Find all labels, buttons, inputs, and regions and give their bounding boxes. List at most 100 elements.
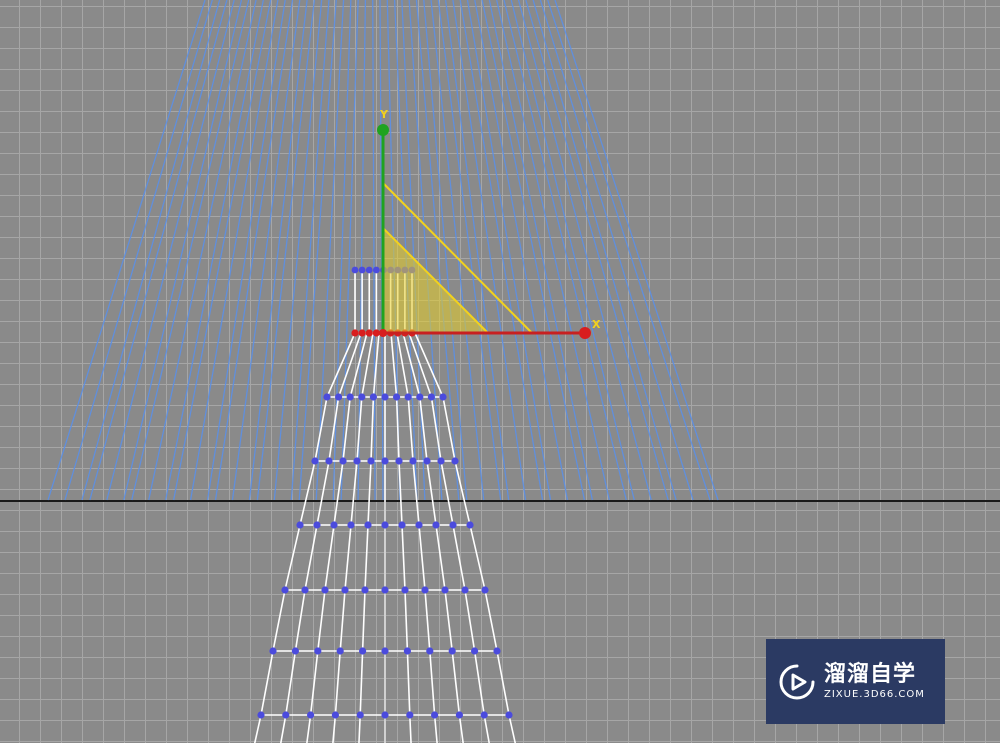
cone-ray: [488, 0, 594, 501]
mesh-vertex: [441, 586, 449, 594]
mesh-vertex: [323, 393, 331, 401]
mesh-vertex: [493, 647, 501, 655]
cone-ray: [123, 0, 243, 501]
neck-vertex-selected: [351, 329, 359, 337]
mesh-vertex: [325, 457, 333, 465]
cone-ray: [423, 0, 468, 501]
mesh-vertex: [431, 711, 439, 719]
mesh-vertex: [282, 711, 290, 719]
cone-ray: [81, 0, 221, 501]
play-icon: [779, 664, 815, 699]
mesh-vertex: [406, 711, 414, 719]
watermark-badge: 溜溜自学 ZIXUE.3D66.COM: [766, 639, 945, 724]
mesh-vertex: [314, 647, 322, 655]
x-axis-endpoint[interactable]: [579, 327, 591, 339]
mesh-vertex: [401, 586, 409, 594]
mesh-vertex: [301, 586, 309, 594]
cone-ray: [532, 0, 677, 501]
cone-ray: [332, 0, 352, 501]
mesh-vertex: [341, 586, 349, 594]
mesh-vertex: [336, 647, 344, 655]
mesh-vertex: [335, 393, 343, 401]
mesh-vertex: [480, 711, 488, 719]
mesh-vertex: [364, 521, 372, 529]
y-axis-endpoint[interactable]: [377, 124, 389, 136]
cone-ray: [444, 0, 510, 501]
mesh-vertex: [398, 521, 406, 529]
x-axis-label: X: [592, 318, 601, 331]
cone-ray: [148, 0, 257, 501]
cone-ray: [290, 0, 330, 501]
cone-ray: [430, 0, 485, 501]
mesh-vertex: [395, 457, 403, 465]
cone-ray: [298, 0, 337, 501]
xy-plane-handle[interactable]: [382, 225, 491, 334]
neck-vertex-top: [351, 266, 359, 274]
mesh-vertex: [421, 586, 429, 594]
mesh-vertex: [367, 457, 375, 465]
pivot-point[interactable]: [379, 329, 387, 337]
mesh-vertex: [311, 457, 319, 465]
mesh-vertex: [381, 711, 389, 719]
cone-ray: [189, 0, 279, 501]
lampshade-mesh[interactable]: [251, 266, 519, 743]
mesh-vertex: [403, 647, 411, 655]
watermark-url: ZIXUE.3D66.COM: [824, 688, 925, 700]
mesh-vertex: [505, 711, 513, 719]
mesh-vertex: [449, 521, 457, 529]
cone-ray: [315, 0, 345, 501]
mesh-vertex: [409, 457, 417, 465]
neck-vertex-selected: [358, 329, 366, 337]
neck-vertex-selected: [372, 329, 380, 337]
mesh-vertex: [481, 586, 489, 594]
mesh-vertex: [415, 521, 423, 529]
mesh-vertex: [381, 457, 389, 465]
cone-ray: [172, 0, 272, 501]
mesh-vertex: [353, 457, 361, 465]
mesh-vertex: [321, 586, 329, 594]
mesh-vertex: [393, 393, 401, 401]
mesh-vertex: [296, 521, 304, 529]
mesh-vertex: [361, 586, 369, 594]
mesh-vertex: [461, 586, 469, 594]
mesh-vertex: [439, 393, 447, 401]
y-axis-label: Y: [379, 108, 389, 121]
mesh-vertex: [466, 521, 474, 529]
neck-vertex-selected: [365, 329, 373, 337]
mesh-vertex: [339, 457, 347, 465]
neck-vertex-top: [365, 266, 373, 274]
cone-ray: [206, 0, 286, 501]
mesh-vertex: [448, 647, 456, 655]
cone-ray: [554, 0, 719, 501]
mesh-vertex: [347, 521, 355, 529]
viewport-scene[interactable]: Y X: [0, 0, 1000, 743]
mesh-vertex: [437, 457, 445, 465]
mesh-vertex: [381, 521, 389, 529]
cone-ray: [340, 0, 359, 501]
neck-vertex-top: [372, 266, 380, 274]
mesh-vertex: [381, 647, 389, 655]
3d-viewport[interactable]: Y X 溜溜自学 ZIXUE.3D66.COM: [0, 0, 1000, 743]
mesh-vertex: [455, 711, 463, 719]
cone-ray: [539, 0, 694, 501]
mesh-vertex: [404, 393, 412, 401]
mesh-vertex: [313, 521, 321, 529]
cone-ray: [503, 0, 627, 501]
mesh-vertex: [359, 647, 367, 655]
mesh-vertex: [346, 393, 354, 401]
mesh-vertex: [427, 393, 435, 401]
cone-ray: [547, 0, 711, 501]
mesh-vertex: [281, 586, 289, 594]
mesh-vertex: [432, 521, 440, 529]
mesh-vertex: [356, 711, 364, 719]
cone-ray: [525, 0, 669, 501]
transform-gizmo[interactable]: Y X: [377, 108, 601, 339]
mesh-vertex: [369, 393, 377, 401]
mesh-vertex: [416, 393, 424, 401]
mesh-vertex: [331, 711, 339, 719]
neck-vertex-top: [358, 266, 366, 274]
mesh-vertex: [330, 521, 338, 529]
mesh-vertex: [257, 711, 265, 719]
mesh-vertex: [471, 647, 479, 655]
cone-ray: [89, 0, 228, 501]
